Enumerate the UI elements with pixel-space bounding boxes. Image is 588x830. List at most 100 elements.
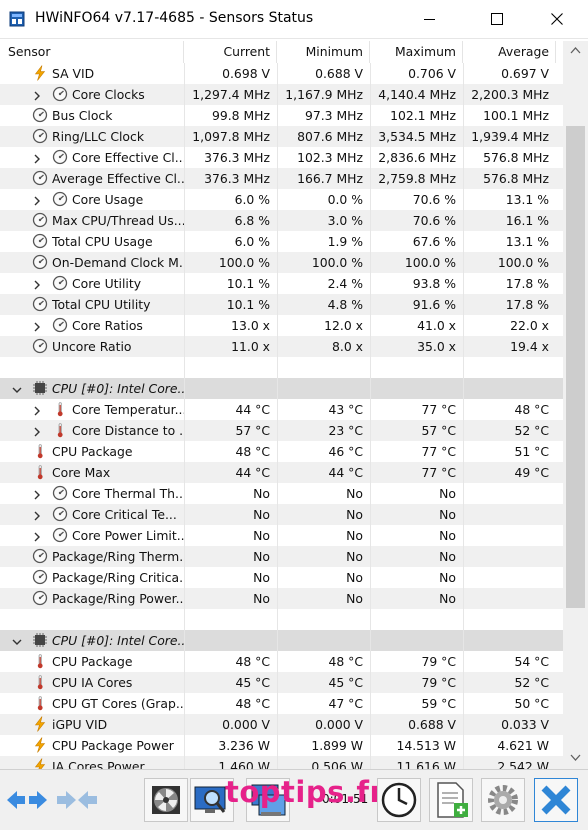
- gauge-icon: [32, 212, 48, 228]
- sensor-row[interactable]: Core Utility 10.1 % 2.4 % 93.8 % 17.8 %: [0, 273, 563, 294]
- thermometer-icon: [32, 464, 48, 480]
- value-current: 11.0 x: [184, 336, 277, 357]
- sensor-row[interactable]: iGPU VID 0.000 V 0.000 V 0.688 V 0.033 V: [0, 714, 563, 735]
- sensor-row[interactable]: Package/Ring Power... No No No: [0, 588, 563, 609]
- sensor-row[interactable]: Total CPU Utility 10.1 % 4.8 % 91.6 % 17.8 %: [0, 294, 563, 315]
- value-average: [463, 546, 556, 567]
- minimize-button[interactable]: [406, 0, 452, 38]
- sensor-name: Max CPU/Thread Us...: [52, 213, 184, 228]
- sensor-row[interactable]: CPU IA Cores 45 °C 45 °C 79 °C 52 °C: [0, 672, 563, 693]
- sensor-row[interactable]: Bus Clock 99.8 MHz 97.3 MHz 102.1 MHz 100.1 …: [0, 105, 563, 126]
- value-minimum: 0.506 W: [277, 756, 370, 769]
- fan-button[interactable]: [144, 778, 188, 822]
- sensor-row[interactable]: CPU Package 48 °C 48 °C 79 °C 54 °C: [0, 651, 563, 672]
- chevron-right-icon[interactable]: [32, 530, 42, 542]
- sensor-name: Package/Ring Therm...: [52, 549, 184, 564]
- column-header-sensor[interactable]: Sensor: [0, 41, 184, 63]
- sensor-row[interactable]: Core Thermal Th... No No No: [0, 483, 563, 504]
- sensor-row[interactable]: Average Effective Cl... 376.3 MHz 166.7 MH…: [0, 168, 563, 189]
- chevron-right-icon[interactable]: [32, 509, 42, 521]
- sensor-name: Core Utility: [72, 276, 142, 291]
- chevron-down-icon[interactable]: [12, 383, 22, 393]
- thermometer-icon: [32, 443, 48, 459]
- sensor-row[interactable]: CPU Package Power 3.236 W 1.899 W 14.513 W4…: [0, 735, 563, 756]
- chevron-right-icon[interactable]: [32, 404, 42, 416]
- gauge-icon: [32, 254, 48, 270]
- sensor-row[interactable]: Package/Ring Critica... No No No: [0, 567, 563, 588]
- sensor-row[interactable]: Total CPU Usage 6.0 % 1.9 % 67.6 % 13.1 %: [0, 231, 563, 252]
- value-maximum: 4,140.4 MHz: [370, 84, 463, 105]
- sensor-row[interactable]: Core Critical Te... No No No: [0, 504, 563, 525]
- scroll-up-icon[interactable]: [570, 47, 581, 54]
- sensor-name: Core Power Limit...: [72, 528, 184, 543]
- clock-button[interactable]: [377, 778, 421, 822]
- value-maximum: 11.616 W: [370, 756, 463, 769]
- value-average: 52 °C: [463, 420, 556, 441]
- column-header-maximum[interactable]: Maximum: [370, 41, 463, 63]
- sensor-group-row[interactable]: CPU [#0]: Intel Core...: [0, 630, 563, 651]
- value-minimum: 0.0 %: [277, 189, 370, 210]
- collapse-layout-button[interactable]: [54, 778, 100, 822]
- value-current: 57 °C: [184, 420, 277, 441]
- sensor-row[interactable]: IA Cores Power 1.460 W 0.506 W 11.616 W 2.54…: [0, 756, 563, 769]
- chevron-right-icon[interactable]: [32, 89, 42, 101]
- value-maximum: 35.0 x: [370, 336, 463, 357]
- scroll-down-icon[interactable]: [570, 754, 581, 761]
- chevron-right-icon[interactable]: [32, 152, 42, 164]
- chevron-right-icon[interactable]: [32, 488, 42, 500]
- sensor-row[interactable]: On-Demand Clock M... 100.0 % 100.0 % 100.0 …: [0, 252, 563, 273]
- sensor-row[interactable]: CPU GT Cores (Grap... 48 °C 47 °C 59 °C 50 °…: [0, 693, 563, 714]
- sensor-row[interactable]: Core Effective Cl... 376.3 MHz 102.3 MHz 2,…: [0, 147, 563, 168]
- value-current: No: [184, 504, 277, 525]
- value-average: 54 °C: [463, 651, 556, 672]
- sensor-name: Core Thermal Th...: [72, 486, 184, 501]
- maximize-button[interactable]: [474, 0, 520, 38]
- title-bar: HWiNFO64 v7.17-4685 - Sensors Status: [0, 0, 588, 39]
- value-average: [463, 588, 556, 609]
- value-average: 100.1 MHz: [463, 105, 556, 126]
- value-minimum: 44 °C: [277, 462, 370, 483]
- chevron-down-icon[interactable]: [12, 635, 22, 645]
- sensor-row[interactable]: Core Max 44 °C 44 °C 77 °C 49 °C: [0, 462, 563, 483]
- settings-button[interactable]: [481, 778, 525, 822]
- sensor-row[interactable]: Core Distance to ... 57 °C 23 °C 57 °C 52 °C: [0, 420, 563, 441]
- chevron-right-icon[interactable]: [32, 425, 42, 437]
- close-window-button[interactable]: [534, 0, 580, 38]
- sensor-row[interactable]: Core Usage 6.0 % 0.0 % 70.6 % 13.1 %: [0, 189, 563, 210]
- sensor-row[interactable]: CPU Package 48 °C 46 °C 77 °C 51 °C: [0, 441, 563, 462]
- sensor-row[interactable]: Max CPU/Thread Us... 6.8 % 3.0 % 70.6 % 16.1…: [0, 210, 563, 231]
- value-minimum: 1.899 W: [277, 735, 370, 756]
- value-average: 13.1 %: [463, 189, 556, 210]
- sensor-row[interactable]: Package/Ring Therm... No No No: [0, 546, 563, 567]
- column-header-average[interactable]: Average: [463, 41, 556, 63]
- sensor-row[interactable]: Core Clocks 1,297.4 MHz 1,167.9 MHz 4,140.4…: [0, 84, 563, 105]
- value-average: 16.1 %: [463, 210, 556, 231]
- sensor-row[interactable]: Core Temperatur... 44 °C 43 °C 77 °C 48 °C: [0, 399, 563, 420]
- sensor-name: Core Ratios: [72, 318, 143, 333]
- scrollbar-thumb[interactable]: [566, 126, 585, 608]
- close-sensors-button[interactable]: [534, 778, 578, 822]
- value-current: 45 °C: [184, 672, 277, 693]
- vertical-scrollbar[interactable]: [563, 41, 588, 769]
- value-average: [463, 378, 556, 399]
- chevron-right-icon[interactable]: [32, 278, 42, 290]
- column-header-current[interactable]: Current: [184, 41, 277, 63]
- gauge-icon: [52, 86, 68, 102]
- value-minimum: 1.9 %: [277, 231, 370, 252]
- add-report-button[interactable]: [429, 778, 473, 822]
- sensor-row[interactable]: Uncore Ratio 11.0 x 8.0 x 35.0 x 19.4 x: [0, 336, 563, 357]
- sensor-row[interactable]: Core Power Limit... No No No: [0, 525, 563, 546]
- sensor-table: SA VID 0.698 V 0.688 V 0.706 V 0.697 V Core C…: [0, 63, 563, 769]
- column-header-minimum[interactable]: Minimum: [277, 41, 370, 63]
- value-maximum: 67.6 %: [370, 231, 463, 252]
- sensor-row[interactable]: Core Ratios 13.0 x 12.0 x 41.0 x 22.0 x: [0, 315, 563, 336]
- expand-layout-button[interactable]: [4, 778, 50, 822]
- chevron-right-icon[interactable]: [32, 194, 42, 206]
- sensor-name: Core Max: [52, 465, 111, 480]
- sensor-row[interactable]: SA VID 0.698 V 0.688 V 0.706 V 0.697 V: [0, 63, 563, 84]
- sensor-row[interactable]: Ring/LLC Clock 1,097.8 MHz 807.6 MHz 3,534.…: [0, 126, 563, 147]
- sensor-group-row[interactable]: CPU [#0]: Intel Core...: [0, 378, 563, 399]
- value-minimum: [277, 609, 370, 630]
- chevron-right-icon[interactable]: [32, 320, 42, 332]
- value-average: 576.8 MHz: [463, 168, 556, 189]
